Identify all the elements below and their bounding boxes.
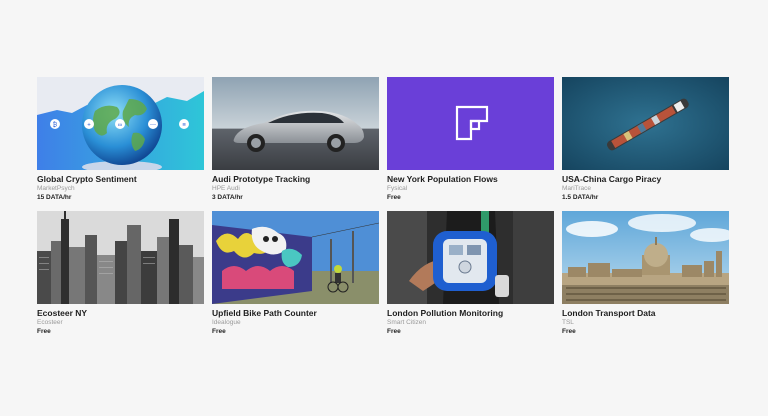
product-card[interactable]: London Pollution Monitoring Smart Citize… [387,211,554,341]
globe-crypto-image: ₿ + ∞ ⋯ ≡ [37,77,204,170]
svg-text:⋯: ⋯ [150,123,156,129]
svg-text:≡: ≡ [182,123,186,129]
cargo-ship-image [562,77,729,170]
car-image [212,77,379,170]
svg-text:∞: ∞ [118,123,122,129]
product-price: Free [212,328,226,335]
svg-text:+: + [87,123,91,129]
product-title[interactable]: USA-China Cargo Piracy [562,174,661,184]
product-card[interactable]: USA-China Cargo Piracy MariTrace 1.5 DAT… [562,77,729,207]
product-provider: MarketPsych [37,185,75,192]
product-provider: HPE Audi [212,185,240,192]
product-price: Free [562,328,576,335]
product-provider: Idealogue [212,319,241,326]
product-card[interactable]: Upfield Bike Path Counter Idealogue Free [212,211,379,341]
product-provider: Fysical [387,185,408,192]
pollution-sensor-image [387,211,554,304]
product-price: Free [387,194,401,201]
product-provider: MariTrace [562,185,592,192]
product-provider: TSL [562,319,574,326]
product-provider: Smart Citizen [387,319,427,326]
product-price: Free [37,328,51,335]
london-skyline-image [562,211,729,304]
product-card[interactable]: Audi Prototype Tracking HPE Audi 3 DATA/… [212,77,379,207]
product-title[interactable]: Upfield Bike Path Counter [212,308,317,318]
product-title[interactable]: Ecosteer NY [37,308,87,318]
product-title[interactable]: New York Population Flows [387,174,498,184]
product-card[interactable]: ₿ + ∞ ⋯ ≡ Global Crypto Sentiment Market… [37,77,204,207]
product-price: 1.5 DATA/hr [562,194,599,201]
product-price: 15 DATA/hr [37,194,72,201]
product-card[interactable]: London Transport Data TSL Free [562,211,729,341]
svg-text:₿: ₿ [53,122,58,129]
product-title[interactable]: Global Crypto Sentiment [37,174,137,184]
product-price: 3 DATA/hr [212,194,243,201]
product-card[interactable]: New York Population Flows Fysical Free [387,77,554,207]
product-price: Free [387,328,401,335]
fysical-logo-image [387,77,554,170]
new-york-skyline-image [37,211,204,304]
product-title[interactable]: London Pollution Monitoring [387,308,503,318]
product-title[interactable]: Audi Prototype Tracking [212,174,310,184]
product-provider: Ecosteer [37,319,63,326]
graffiti-bike-path-image [212,211,379,304]
product-card[interactable]: Ecosteer NY Ecosteer Free [37,211,204,341]
product-title[interactable]: London Transport Data [562,308,656,318]
